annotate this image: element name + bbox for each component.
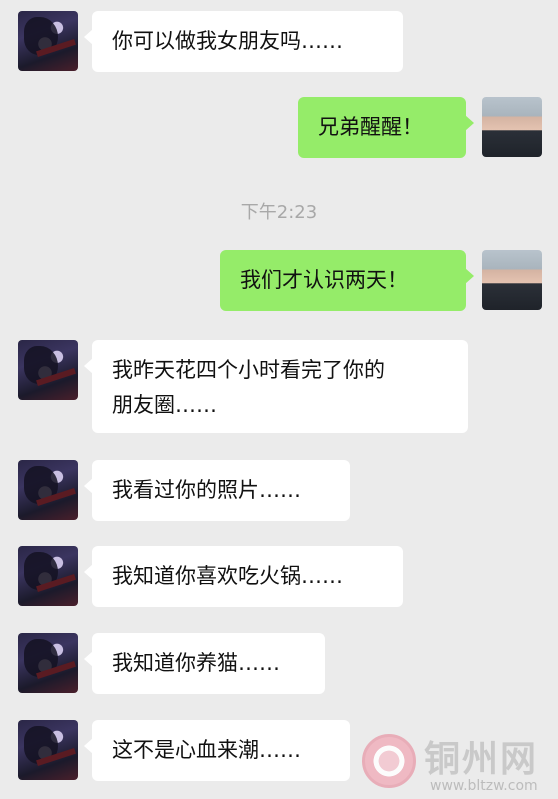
incoming-message-bubble[interactable]: 我知道你喜欢吃火锅…… <box>84 546 403 607</box>
contact-avatar[interactable] <box>18 11 78 71</box>
incoming-message-bubble[interactable]: 你可以做我女朋友吗…… <box>84 11 403 72</box>
incoming-message-bubble[interactable]: 我看过你的照片…… <box>84 460 350 521</box>
contact-avatar[interactable] <box>18 460 78 520</box>
my-avatar[interactable] <box>482 250 542 310</box>
watermark-title: 铜州网 <box>424 738 539 780</box>
incoming-message-bubble[interactable]: 我知道你养猫…… <box>84 633 325 694</box>
my-avatar[interactable] <box>482 97 542 157</box>
watermark-url: www.bltzw.com <box>430 778 538 794</box>
incoming-message-bubble[interactable]: 这不是心血来潮…… <box>84 720 350 781</box>
contact-avatar[interactable] <box>18 340 78 400</box>
contact-avatar[interactable] <box>18 546 78 606</box>
contact-avatar[interactable] <box>18 633 78 693</box>
outgoing-message-bubble[interactable]: 兄弟醒醒！ <box>298 97 474 158</box>
watermark-seal-icon <box>362 734 416 788</box>
message-timestamp: 下午2:23 <box>240 202 318 223</box>
outgoing-message-bubble[interactable]: 我们才认识两天！ <box>220 250 474 311</box>
incoming-message-bubble[interactable]: 我昨天花四个小时看完了你的 朋友圈…… <box>84 340 468 433</box>
contact-avatar[interactable] <box>18 720 78 780</box>
site-watermark: 铜州网 www.bltzw.com <box>360 728 558 799</box>
